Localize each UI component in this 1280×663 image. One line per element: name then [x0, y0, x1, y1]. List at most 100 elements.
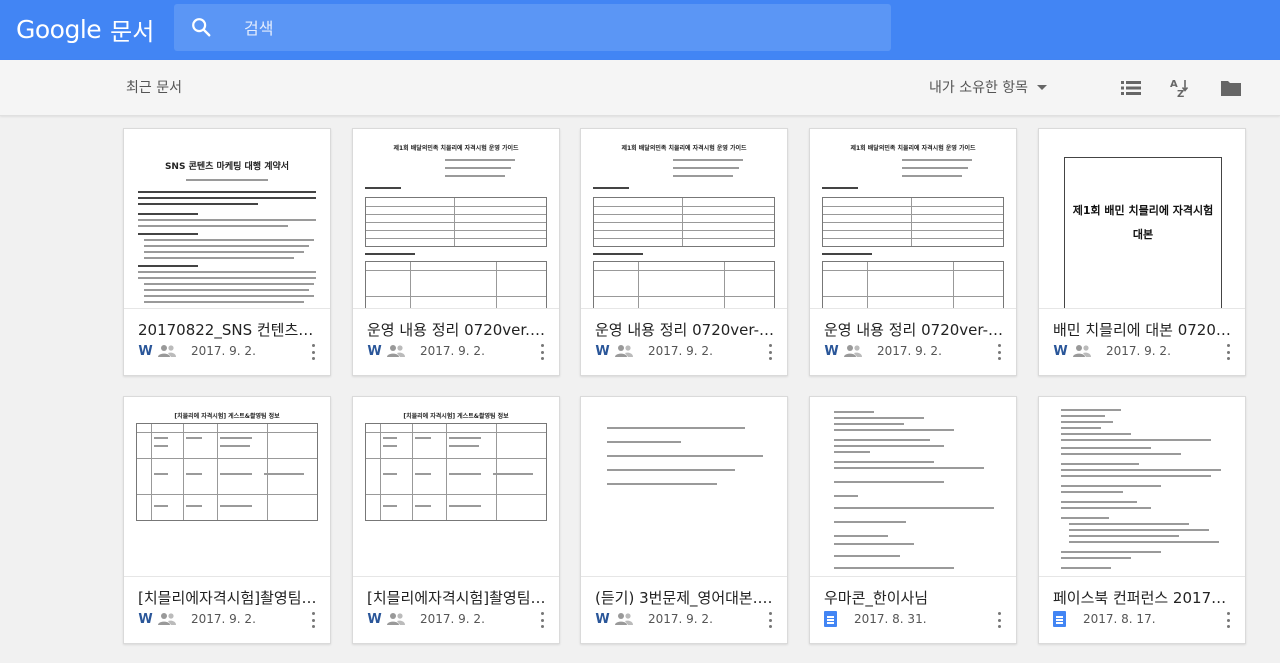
doc-date: 2017. 9. 2.	[648, 344, 713, 358]
google-docs-icon	[1053, 611, 1066, 627]
shared-people-icon	[1073, 345, 1091, 357]
more-options-icon[interactable]	[537, 342, 547, 362]
doc-meta: W 2017. 9. 2.	[138, 609, 256, 629]
owner-filter-label: 내가 소유한 항목	[929, 80, 1029, 96]
shared-people-icon	[387, 613, 405, 625]
word-icon: W	[138, 611, 152, 627]
shared-people-icon	[615, 613, 633, 625]
doc-thumbnail: 제1회 배민 치믈리에 자격시험 대본	[1039, 129, 1245, 309]
doc-title: 20170822_SNS 컨텐츠 마케팅 대행 계약서	[138, 321, 318, 339]
doc-card[interactable]: 제1회 배달의민족 치믈리에 자격시험 운영 가이드 운영 내용 정리 0720…	[352, 128, 560, 376]
doc-thumbnail	[581, 397, 787, 577]
doc-card[interactable]: 제1회 배달의민족 치믈리에 자격시험 운영 가이드 운영 내용 정리 0720…	[580, 128, 788, 376]
word-icon: W	[367, 611, 381, 627]
more-options-icon[interactable]	[1223, 610, 1233, 630]
cover-title: 제1회 배민 치믈리에 자격시험	[1072, 204, 1214, 217]
doc-card[interactable]: SNS 콘텐츠 마케팅 대행 계약서 20170822_SNS 컨텐츠 마케팅 …	[123, 128, 331, 376]
more-options-icon[interactable]	[1223, 342, 1233, 362]
doc-date: 2017. 9. 2.	[420, 612, 485, 626]
doc-date: 2017. 9. 2.	[877, 344, 942, 358]
docs-toolbar: 최근 문서 내가 소유한 항목 A Z	[0, 60, 1280, 116]
doc-title: [치믈리에자격시험]촬영팀 정보 (1).docx	[367, 589, 547, 607]
doc-meta: W 2017. 9. 2.	[367, 341, 485, 361]
doc-date: 2017. 9. 2.	[1106, 344, 1171, 358]
doc-date: 2017. 8. 31.	[854, 612, 927, 626]
thumb-heading: 제1회 배달의민족 치믈리에 자격시험 운영 가이드	[621, 145, 747, 152]
section-title: 최근 문서	[126, 80, 182, 96]
word-icon: W	[1053, 343, 1067, 359]
doc-meta: W 2017. 9. 2.	[595, 341, 713, 361]
doc-meta: 2017. 8. 17.	[1053, 609, 1156, 629]
thumb-heading: SNS 콘텐츠 마케팅 대행 계약서	[164, 162, 290, 172]
file-picker-button[interactable]	[1217, 74, 1245, 102]
doc-card[interactable]: 제1회 배달의민족 치믈리에 자격시험 운영 가이드 운영 내용 정리 0720…	[809, 128, 1017, 376]
shared-people-icon	[844, 345, 862, 357]
caret-down-icon	[1037, 84, 1048, 90]
more-options-icon[interactable]	[308, 342, 318, 362]
more-options-icon[interactable]	[765, 342, 775, 362]
cover-subtitle: 대본	[1132, 228, 1154, 241]
app-logo[interactable]: Google 문서	[16, 12, 154, 46]
shared-people-icon	[158, 613, 176, 625]
sort-button[interactable]: A Z	[1165, 74, 1193, 102]
more-options-icon[interactable]	[537, 610, 547, 630]
doc-title: (듣기) 3번문제_영어대본.docx	[595, 589, 775, 607]
thumb-heading: 제1회 배달의민족 치믈리에 자격시험 운영 가이드	[393, 145, 519, 152]
doc-thumbnail: [치믈리에 자격시험] 게스트&촬영팀 정보	[353, 397, 559, 577]
logo-product-text: 문서	[110, 17, 155, 46]
doc-date: 2017. 8. 17.	[1083, 612, 1156, 626]
doc-thumbnail: SNS 콘텐츠 마케팅 대행 계약서	[124, 129, 330, 309]
doc-date: 2017. 9. 2.	[191, 344, 256, 358]
owner-filter-dropdown[interactable]: 내가 소유한 항목	[929, 77, 1048, 97]
doc-thumbnail: [치믈리에 자격시험] 게스트&촬영팀 정보	[124, 397, 330, 577]
more-options-icon[interactable]	[994, 342, 1004, 362]
doc-meta: W 2017. 9. 2.	[824, 341, 942, 361]
doc-title: 운영 내용 정리 0720ver.docx	[367, 321, 547, 339]
doc-card[interactable]: [치믈리에 자격시험] 게스트&촬영팀 정보 [치믈리에자격시험]촬영팀 정보 …	[352, 396, 560, 644]
search-box[interactable]	[174, 4, 891, 51]
word-icon: W	[367, 343, 381, 359]
doc-date: 2017. 9. 2.	[648, 612, 713, 626]
doc-title: 운영 내용 정리 0720ver-1 .docx	[595, 321, 775, 339]
top-app-bar: Google 문서	[0, 0, 1280, 60]
doc-cover-page: 제1회 배민 치믈리에 자격시험 대본	[1064, 157, 1222, 308]
doc-card[interactable]: 제1회 배민 치믈리에 자격시험 대본 배민 치믈리에 대본 0720ver.d…	[1038, 128, 1246, 376]
word-icon: W	[595, 611, 609, 627]
doc-meta: W 2017. 9. 2.	[138, 341, 256, 361]
doc-thumbnail: 제1회 배달의민족 치믈리에 자격시험 운영 가이드	[353, 129, 559, 309]
doc-card[interactable]: 페이스북 컨퍼런스 20170817 2017. 8. 17.	[1038, 396, 1246, 644]
doc-title: 운영 내용 정리 0720ver-1.docx	[824, 321, 1004, 339]
search-icon[interactable]	[190, 16, 212, 38]
search-input[interactable]	[244, 13, 844, 43]
word-icon: W	[824, 343, 838, 359]
more-options-icon[interactable]	[765, 610, 775, 630]
documents-grid: SNS 콘텐츠 마케팅 대행 계약서 20170822_SNS 컨텐츠 마케팅 …	[0, 116, 1280, 663]
doc-title: 배민 치믈리에 대본 0720ver.docx	[1053, 321, 1233, 339]
doc-meta: W 2017. 9. 2.	[367, 609, 485, 629]
word-icon: W	[595, 343, 609, 359]
doc-meta: 2017. 8. 31.	[824, 609, 927, 629]
thumb-heading: [치믈리에 자격시험] 게스트&촬영팀 정보	[403, 413, 509, 420]
doc-date: 2017. 9. 2.	[191, 612, 256, 626]
logo-google-text: Google	[16, 14, 102, 44]
doc-thumbnail: 제1회 배달의민족 치믈리에 자격시험 운영 가이드	[810, 129, 1016, 309]
list-view-button[interactable]	[1117, 74, 1145, 102]
doc-thumbnail	[810, 397, 1016, 577]
doc-card[interactable]: (듣기) 3번문제_영어대본.docx W 2017. 9. 2.	[580, 396, 788, 644]
thumb-heading: 제1회 배달의민족 치믈리에 자격시험 운영 가이드	[850, 145, 976, 152]
thumb-heading: [치믈리에 자격시험] 게스트&촬영팀 정보	[174, 413, 280, 420]
google-docs-icon	[824, 611, 837, 627]
doc-thumbnail: 제1회 배달의민족 치믈리에 자격시험 운영 가이드	[581, 129, 787, 309]
doc-card[interactable]: [치믈리에 자격시험] 게스트&촬영팀 정보 [치믈리에자격시험]촬영팀 정보.…	[123, 396, 331, 644]
doc-title: [치믈리에자격시험]촬영팀 정보.docx	[138, 589, 318, 607]
doc-date: 2017. 9. 2.	[420, 344, 485, 358]
doc-meta: W 2017. 9. 2.	[1053, 341, 1171, 361]
doc-card[interactable]: 우마콘_한이사님 2017. 8. 31.	[809, 396, 1017, 644]
more-options-icon[interactable]	[308, 610, 318, 630]
folder-icon	[1221, 81, 1241, 96]
word-icon: W	[138, 343, 152, 359]
shared-people-icon	[387, 345, 405, 357]
more-options-icon[interactable]	[994, 610, 1004, 630]
doc-thumbnail	[1039, 397, 1245, 577]
shared-people-icon	[615, 345, 633, 357]
